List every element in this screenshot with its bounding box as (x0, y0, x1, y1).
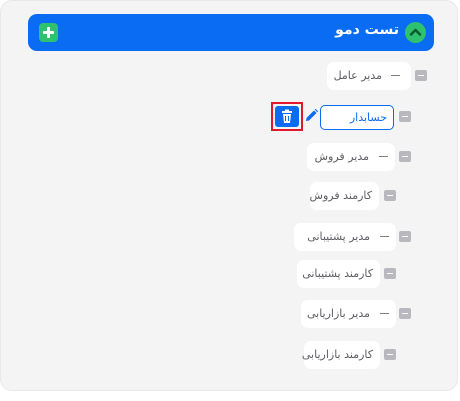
drag-handle-icon[interactable] (399, 151, 411, 162)
node-support-employee[interactable]: کارمند پشتیبانی (297, 260, 380, 288)
chevron-up-icon (409, 28, 422, 36)
drag-handle-icon[interactable] (384, 268, 396, 279)
drag-handle-icon[interactable] (415, 70, 427, 81)
node-label: حسابدار (349, 111, 387, 124)
node-marketing-employee[interactable]: کارمند بازاریابی (301, 341, 380, 369)
collapse-button[interactable] (405, 22, 426, 43)
drag-handle-icon[interactable] (384, 190, 396, 201)
root-node-header[interactable]: تست دمو (28, 14, 434, 51)
node-sales-manager[interactable]: مدیر فروش (307, 143, 395, 171)
drag-handle-icon[interactable] (399, 308, 411, 319)
edit-pencil-icon[interactable] (303, 108, 319, 124)
trash-icon (282, 109, 292, 123)
collapse-dash-icon[interactable] (380, 236, 389, 237)
node-support-manager[interactable]: مدیر پشتیبانی (294, 223, 396, 251)
node-label: مدیر عامل (333, 69, 382, 82)
root-node-title: تست دمو (335, 22, 399, 38)
org-chart-panel: تست دمو مدیر عامل حسابدار مدیر فروش کارم… (0, 0, 458, 391)
node-label: مدیر بازاریابی (306, 307, 370, 320)
node-label: کارمند فروش (309, 189, 372, 202)
node-accountant[interactable]: حسابدار (320, 105, 394, 130)
node-marketing-manager[interactable]: مدیر بازاریابی (301, 300, 396, 328)
add-child-button[interactable] (39, 23, 58, 42)
node-label: کارمند بازاریابی (301, 348, 373, 361)
node-label: مدیر پشتیبانی (307, 230, 370, 243)
drag-handle-icon[interactable] (384, 349, 396, 360)
drag-handle-icon[interactable] (399, 111, 411, 122)
drag-handle-icon[interactable] (399, 231, 411, 242)
delete-button[interactable] (275, 106, 299, 127)
node-ceo[interactable]: مدیر عامل (327, 62, 411, 90)
collapse-dash-icon[interactable] (391, 75, 400, 76)
node-label: کارمند پشتیبانی (302, 267, 373, 280)
node-label: مدیر فروش (314, 150, 369, 163)
collapse-dash-icon[interactable] (380, 313, 389, 314)
collapse-dash-icon[interactable] (379, 156, 388, 157)
node-sales-employee[interactable]: کارمند فروش (310, 182, 379, 210)
